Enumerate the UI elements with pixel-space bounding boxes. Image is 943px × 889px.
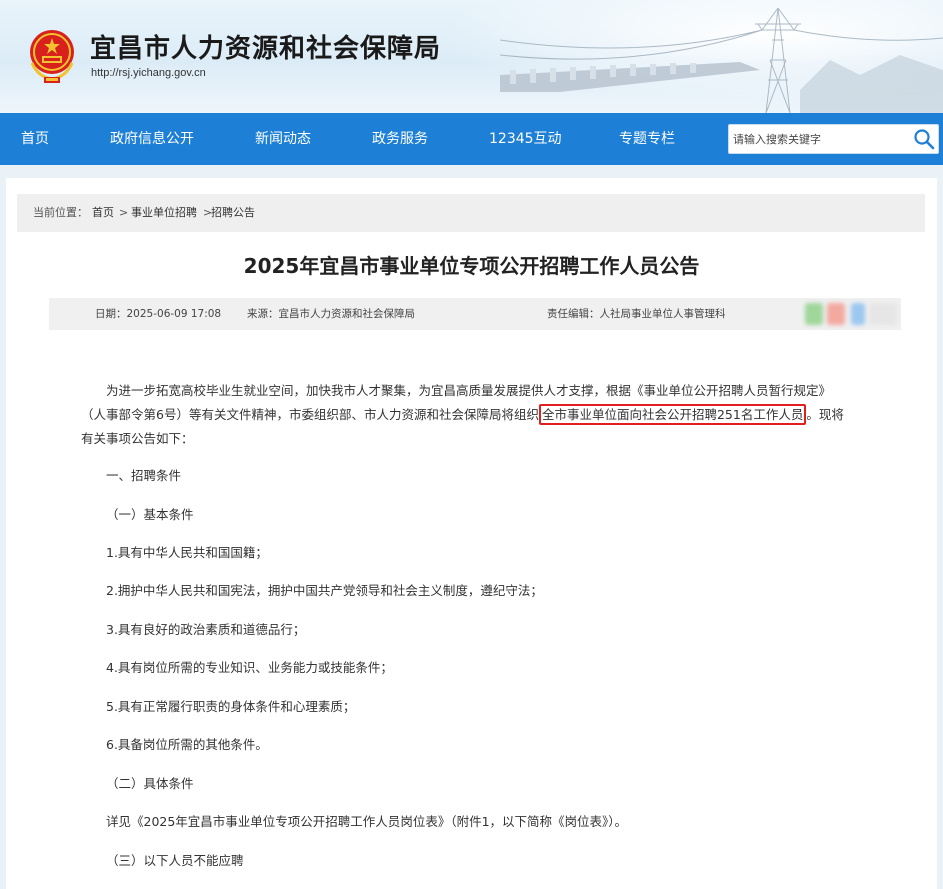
intro-line-2: （人事部令第6号）等有关文件精神，市委组织部、市人力资源和社会保障局将组织 全市事… xyxy=(81,404,855,425)
condition-item: 6.具备岗位所需的其他条件。 xyxy=(106,737,268,752)
article-meta: 日期：2025-06-09 17:08 来源：宜昌市人力资源和社会保障局 责任编… xyxy=(49,298,901,330)
breadcrumb-separator: > xyxy=(119,206,129,219)
position-table-reference: 详见《2025年宜昌市事业单位专项公开招聘工作人员岗位表》（附件1，以下简称《岗… xyxy=(106,814,628,829)
breadcrumb: 当前位置： 首页 > 事业单位招聘 > 招聘公告 xyxy=(17,194,925,232)
highlighted-recruitment-count: 全市事业单位面向社会公开招聘251名工作人员 xyxy=(538,404,807,425)
condition-item: 4.具有岗位所需的专业知识、业务能力或技能条件； xyxy=(106,660,393,675)
condition-item: 1.具有中华人民共和国国籍； xyxy=(106,545,268,560)
meta-editor: 责任编辑：人社局事业单位人事管理科 xyxy=(547,308,726,320)
share-wechat-icon[interactable] xyxy=(805,303,823,325)
breadcrumb-announcement[interactable]: 招聘公告 xyxy=(211,194,255,232)
share-more-icon[interactable] xyxy=(869,303,897,325)
site-header: 宜昌市人力资源和社会保障局 http://rsj.yichang.gov.cn xyxy=(0,0,943,113)
search-icon[interactable] xyxy=(912,128,936,150)
breadcrumb-prefix: 当前位置： xyxy=(33,206,88,219)
breadcrumb-home[interactable]: 首页 xyxy=(92,194,114,232)
condition-item: 2.拥护中华人民共和国宪法，拥护中国共产党领导和社会主义制度，遵纪守法； xyxy=(106,583,543,598)
meta-date: 日期：2025-06-09 17:08 xyxy=(95,308,222,320)
article-title: 2025年宜昌市事业单位专项公开招聘工作人员公告 xyxy=(243,254,700,278)
intro-line-3: 有关事项公告如下： xyxy=(81,431,194,446)
search-box xyxy=(728,124,939,154)
intro-line-2-tail: 。现将 xyxy=(806,407,844,422)
subsection-heading: （一）基本条件 xyxy=(106,507,194,522)
nav-item-home[interactable]: 首页 xyxy=(21,113,49,165)
intro-line-2-text: （人事部令第6号）等有关文件精神，市委组织部、市人力资源和社会保障局将组织 xyxy=(81,407,539,422)
nav-item-gov-info[interactable]: 政府信息公开 xyxy=(110,113,194,165)
site-url: http://rsj.yichang.gov.cn xyxy=(91,67,206,79)
nav-item-topics[interactable]: 专题专栏 xyxy=(619,113,675,165)
breadcrumb-recruitment[interactable]: 事业单位招聘 xyxy=(131,194,197,232)
share-qq-icon[interactable] xyxy=(851,303,865,325)
share-weibo-icon[interactable] xyxy=(827,303,845,325)
meta-source: 来源：宜昌市人力资源和社会保障局 xyxy=(247,308,415,320)
site-title[interactable]: 宜昌市人力资源和社会保障局 xyxy=(90,28,441,65)
nav-item-services[interactable]: 政务服务 xyxy=(372,113,428,165)
subsection-heading: （三）以下人员不能应聘 xyxy=(106,853,244,868)
dam-illustration xyxy=(500,7,943,113)
condition-item: 3.具有良好的政治素质和道德品行； xyxy=(106,622,306,637)
search-input[interactable] xyxy=(729,125,917,153)
national-emblem-icon xyxy=(30,30,74,83)
intro-line-1: 为进一步拓宽高校毕业生就业空间，加快我市人才聚集，为宜昌高质量发展提供人才支撑，… xyxy=(106,383,832,398)
nav-item-news[interactable]: 新闻动态 xyxy=(255,113,311,165)
subsection-heading: （二）具体条件 xyxy=(106,776,194,791)
section-heading: 一、招聘条件 xyxy=(106,468,182,483)
condition-item: 5.具有正常履行职责的身体条件和心理素质； xyxy=(106,699,356,714)
nav-item-interaction[interactable]: 12345互动 xyxy=(489,113,562,165)
